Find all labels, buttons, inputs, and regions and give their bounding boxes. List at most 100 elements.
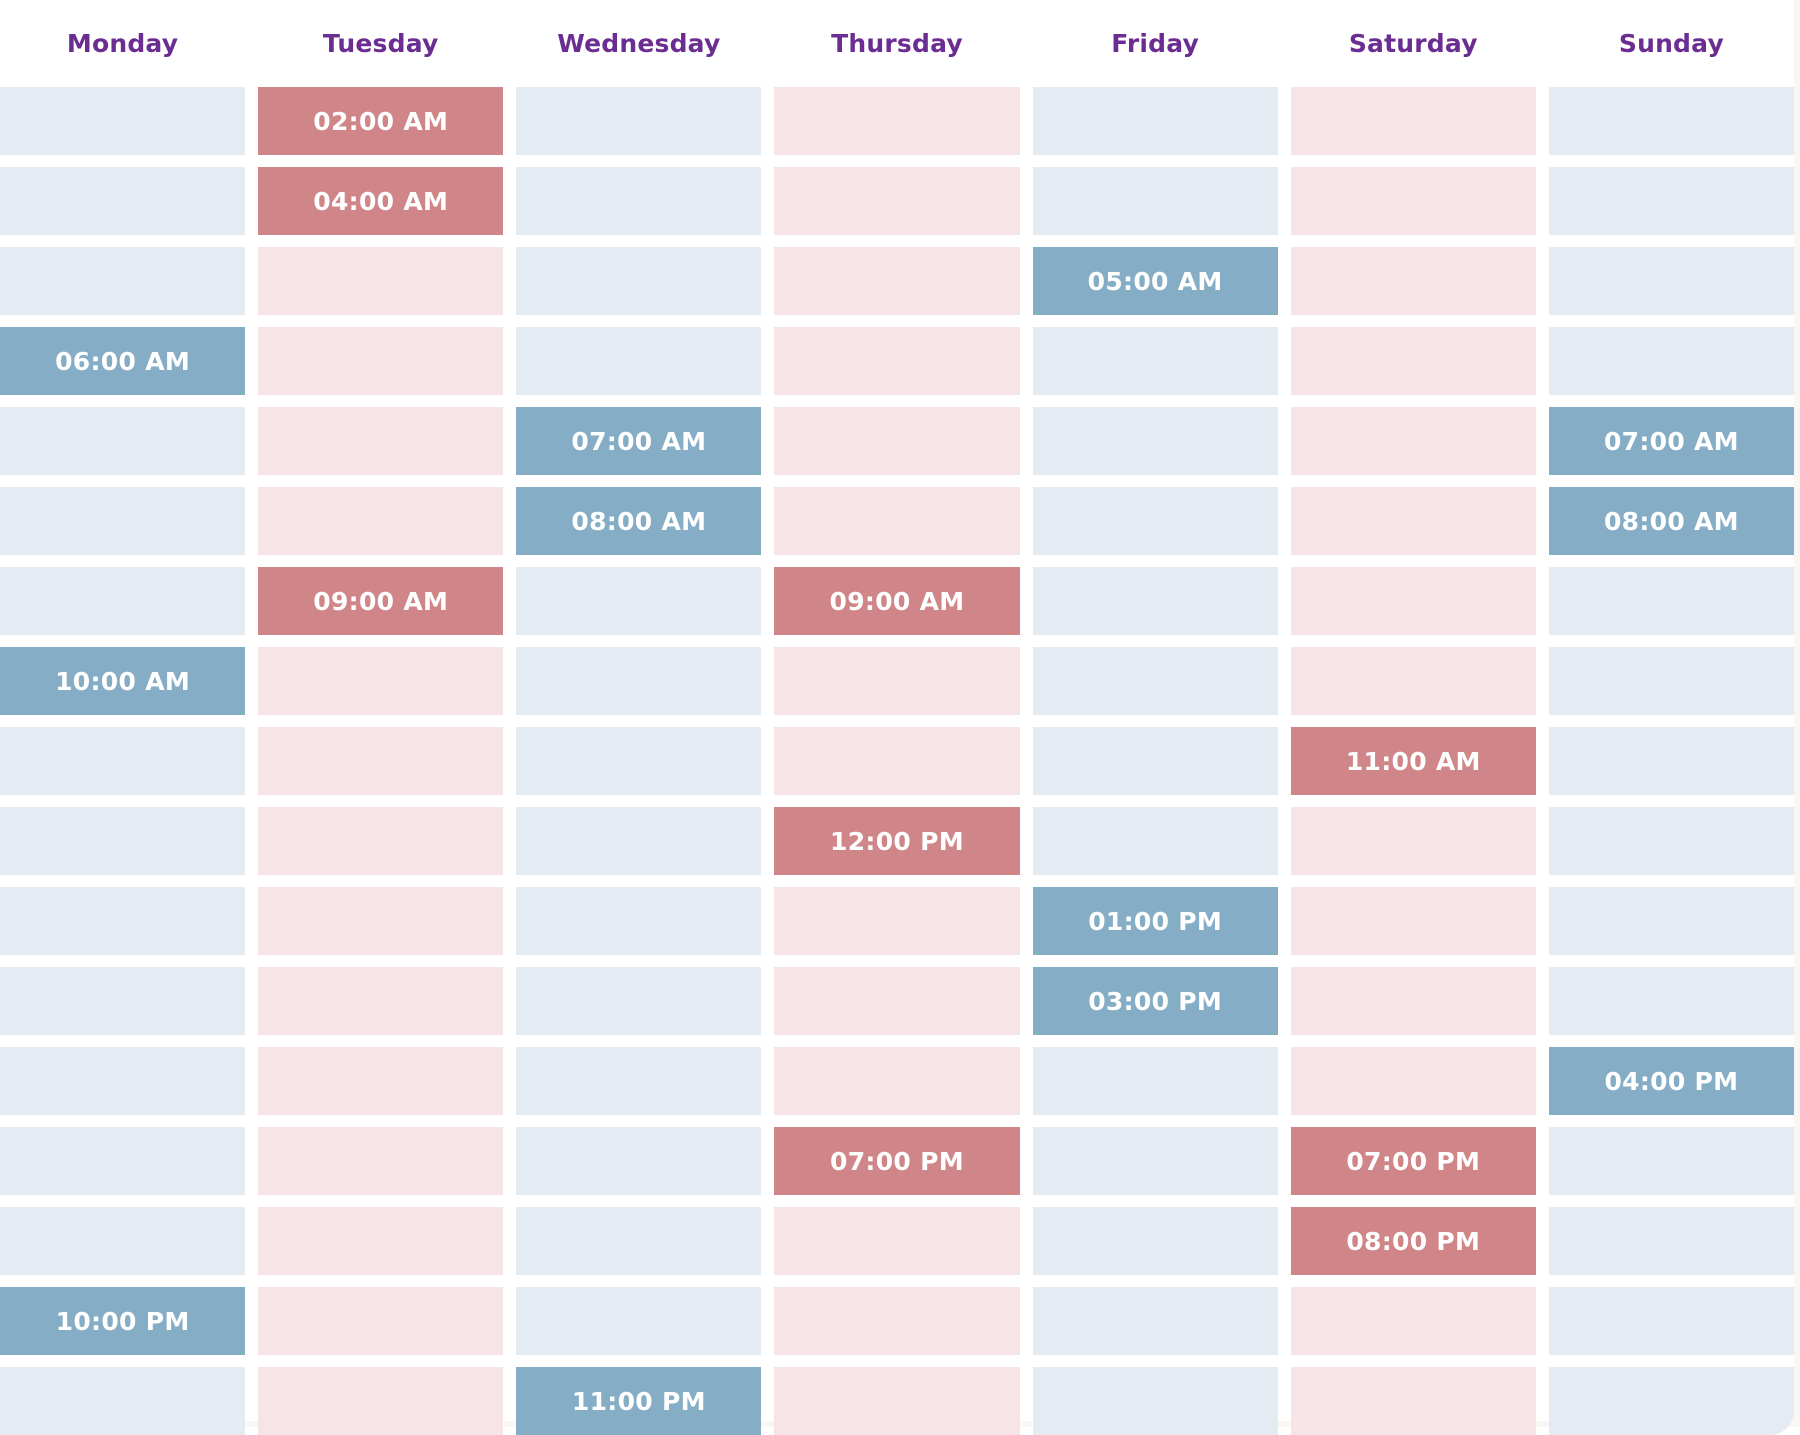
time-slot-empty-wednesday-3[interactable] <box>516 327 762 395</box>
time-slot-empty-sunday-0[interactable] <box>1548 87 1794 155</box>
time-slot-empty-saturday-4[interactable] <box>1290 407 1536 475</box>
time-slot-empty-saturday-7[interactable] <box>1290 647 1536 715</box>
time-slot-empty-friday-5[interactable] <box>1032 487 1278 555</box>
time-slot-empty-sunday-16[interactable] <box>1548 1367 1794 1435</box>
time-slot-empty-friday-15[interactable] <box>1032 1287 1278 1355</box>
time-slot-empty-sunday-2[interactable] <box>1548 247 1794 315</box>
time-slot-empty-friday-6[interactable] <box>1032 567 1278 635</box>
time-slot-empty-wednesday-13[interactable] <box>516 1127 762 1195</box>
time-slot-empty-tuesday-14[interactable] <box>258 1207 504 1275</box>
time-slot-empty-monday-16[interactable] <box>0 1367 246 1435</box>
time-slot-empty-tuesday-7[interactable] <box>258 647 504 715</box>
time-slot-empty-sunday-15[interactable] <box>1548 1287 1794 1355</box>
time-slot-selected-tuesday-6[interactable]: 09:00 AM <box>258 567 504 635</box>
time-slot-empty-saturday-3[interactable] <box>1290 327 1536 395</box>
time-slot-selected-tuesday-0[interactable]: 02:00 AM <box>258 87 504 155</box>
time-slot-empty-thursday-4[interactable] <box>774 407 1020 475</box>
time-slot-empty-wednesday-14[interactable] <box>516 1207 762 1275</box>
time-slot-empty-wednesday-7[interactable] <box>516 647 762 715</box>
time-slot-empty-sunday-11[interactable] <box>1548 967 1794 1035</box>
time-slot-empty-friday-7[interactable] <box>1032 647 1278 715</box>
time-slot-empty-friday-4[interactable] <box>1032 407 1278 475</box>
time-slot-selected-friday-11[interactable]: 03:00 PM <box>1032 967 1278 1035</box>
time-slot-selected-wednesday-5[interactable]: 08:00 AM <box>516 487 762 555</box>
time-slot-empty-saturday-5[interactable] <box>1290 487 1536 555</box>
time-slot-empty-monday-14[interactable] <box>0 1207 246 1275</box>
time-slot-empty-wednesday-0[interactable] <box>516 87 762 155</box>
time-slot-empty-saturday-16[interactable] <box>1290 1367 1536 1435</box>
time-slot-empty-saturday-2[interactable] <box>1290 247 1536 315</box>
time-slot-empty-friday-9[interactable] <box>1032 807 1278 875</box>
time-slot-empty-friday-8[interactable] <box>1032 727 1278 795</box>
time-slot-empty-sunday-1[interactable] <box>1548 167 1794 235</box>
time-slot-empty-saturday-1[interactable] <box>1290 167 1536 235</box>
time-slot-empty-monday-0[interactable] <box>0 87 246 155</box>
time-slot-empty-tuesday-16[interactable] <box>258 1367 504 1435</box>
time-slot-empty-wednesday-15[interactable] <box>516 1287 762 1355</box>
time-slot-empty-friday-12[interactable] <box>1032 1047 1278 1115</box>
time-slot-empty-thursday-1[interactable] <box>774 167 1020 235</box>
time-slot-empty-friday-14[interactable] <box>1032 1207 1278 1275</box>
time-slot-empty-monday-1[interactable] <box>0 167 246 235</box>
time-slot-empty-saturday-0[interactable] <box>1290 87 1536 155</box>
time-slot-selected-monday-7[interactable]: 10:00 AM <box>0 647 246 715</box>
time-slot-empty-thursday-3[interactable] <box>774 327 1020 395</box>
time-slot-selected-wednesday-16[interactable]: 11:00 PM <box>516 1367 762 1435</box>
time-slot-empty-sunday-13[interactable] <box>1548 1127 1794 1195</box>
time-slot-selected-wednesday-4[interactable]: 07:00 AM <box>516 407 762 475</box>
time-slot-empty-wednesday-8[interactable] <box>516 727 762 795</box>
time-slot-empty-sunday-10[interactable] <box>1548 887 1794 955</box>
time-slot-empty-monday-11[interactable] <box>0 967 246 1035</box>
time-slot-empty-tuesday-2[interactable] <box>258 247 504 315</box>
time-slot-empty-sunday-3[interactable] <box>1548 327 1794 395</box>
time-slot-empty-thursday-10[interactable] <box>774 887 1020 955</box>
time-slot-empty-wednesday-12[interactable] <box>516 1047 762 1115</box>
time-slot-empty-sunday-6[interactable] <box>1548 567 1794 635</box>
time-slot-empty-saturday-12[interactable] <box>1290 1047 1536 1115</box>
time-slot-empty-tuesday-15[interactable] <box>258 1287 504 1355</box>
time-slot-empty-monday-12[interactable] <box>0 1047 246 1115</box>
time-slot-empty-saturday-6[interactable] <box>1290 567 1536 635</box>
time-slot-selected-sunday-4[interactable]: 07:00 AM <box>1548 407 1794 475</box>
time-slot-empty-monday-2[interactable] <box>0 247 246 315</box>
time-slot-empty-friday-3[interactable] <box>1032 327 1278 395</box>
time-slot-empty-friday-16[interactable] <box>1032 1367 1278 1435</box>
time-slot-selected-thursday-6[interactable]: 09:00 AM <box>774 567 1020 635</box>
time-slot-empty-saturday-15[interactable] <box>1290 1287 1536 1355</box>
time-slot-empty-sunday-9[interactable] <box>1548 807 1794 875</box>
time-slot-empty-monday-13[interactable] <box>0 1127 246 1195</box>
time-slot-empty-friday-1[interactable] <box>1032 167 1278 235</box>
time-slot-empty-thursday-7[interactable] <box>774 647 1020 715</box>
time-slot-empty-tuesday-11[interactable] <box>258 967 504 1035</box>
time-slot-empty-tuesday-4[interactable] <box>258 407 504 475</box>
time-slot-empty-friday-13[interactable] <box>1032 1127 1278 1195</box>
time-slot-empty-wednesday-2[interactable] <box>516 247 762 315</box>
time-slot-empty-tuesday-9[interactable] <box>258 807 504 875</box>
time-slot-selected-thursday-13[interactable]: 07:00 PM <box>774 1127 1020 1195</box>
time-slot-empty-monday-8[interactable] <box>0 727 246 795</box>
time-slot-empty-saturday-11[interactable] <box>1290 967 1536 1035</box>
time-slot-selected-tuesday-1[interactable]: 04:00 AM <box>258 167 504 235</box>
time-slot-empty-tuesday-13[interactable] <box>258 1127 504 1195</box>
time-slot-empty-thursday-12[interactable] <box>774 1047 1020 1115</box>
time-slot-empty-monday-4[interactable] <box>0 407 246 475</box>
time-slot-selected-saturday-13[interactable]: 07:00 PM <box>1290 1127 1536 1195</box>
time-slot-empty-monday-6[interactable] <box>0 567 246 635</box>
time-slot-empty-thursday-8[interactable] <box>774 727 1020 795</box>
time-slot-empty-thursday-16[interactable] <box>774 1367 1020 1435</box>
time-slot-empty-tuesday-12[interactable] <box>258 1047 504 1115</box>
time-slot-empty-monday-9[interactable] <box>0 807 246 875</box>
time-slot-empty-thursday-15[interactable] <box>774 1287 1020 1355</box>
time-slot-empty-sunday-14[interactable] <box>1548 1207 1794 1275</box>
time-slot-empty-tuesday-10[interactable] <box>258 887 504 955</box>
time-slot-empty-saturday-9[interactable] <box>1290 807 1536 875</box>
time-slot-empty-monday-10[interactable] <box>0 887 246 955</box>
time-slot-empty-sunday-7[interactable] <box>1548 647 1794 715</box>
time-slot-empty-thursday-5[interactable] <box>774 487 1020 555</box>
time-slot-empty-monday-5[interactable] <box>0 487 246 555</box>
time-slot-empty-friday-0[interactable] <box>1032 87 1278 155</box>
time-slot-empty-thursday-0[interactable] <box>774 87 1020 155</box>
time-slot-empty-wednesday-11[interactable] <box>516 967 762 1035</box>
time-slot-selected-sunday-5[interactable]: 08:00 AM <box>1548 487 1794 555</box>
time-slot-selected-friday-2[interactable]: 05:00 AM <box>1032 247 1278 315</box>
